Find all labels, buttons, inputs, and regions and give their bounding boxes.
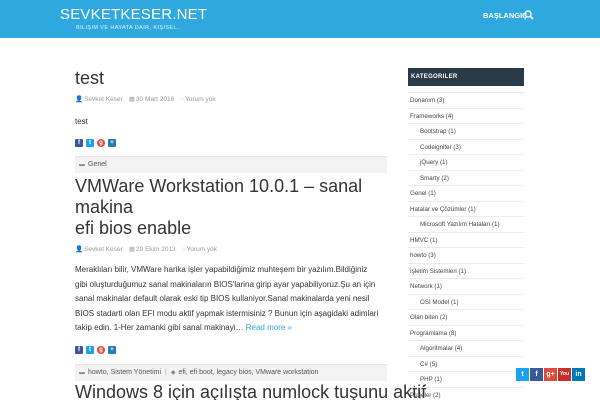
post-title-line[interactable]: efi bios enable bbox=[75, 218, 387, 239]
comment-icon: ◌ bbox=[181, 245, 186, 253]
user-icon: 👤 bbox=[75, 246, 84, 253]
social-follow-bar: t f g+ You in bbox=[516, 368, 585, 381]
post-excerpt: Meraklıları bilir, VMWare harika işler y… bbox=[75, 263, 387, 336]
category-item[interactable]: howto (3) bbox=[408, 248, 524, 264]
post-author[interactable]: Sevket Keser bbox=[84, 96, 123, 103]
category-item[interactable]: Hatalar ve Çözümler (1) bbox=[408, 202, 524, 217]
category-item[interactable]: Frameworks (4) bbox=[408, 109, 524, 124]
post-comments[interactable]: Yorum yok bbox=[187, 246, 217, 253]
sidebar-categories: KATEGORILER Donanım (3) Frameworks (4) Boo… bbox=[408, 68, 524, 400]
subcategory-item[interactable]: Algoritmalar (4) bbox=[408, 341, 524, 357]
linkedin-icon[interactable]: in bbox=[572, 368, 585, 381]
youtube-icon[interactable]: You bbox=[558, 368, 571, 381]
excerpt-line: Meraklıları bilir, VMWare harika işler y… bbox=[75, 265, 368, 274]
subcategory-item[interactable]: Bootstrap (1) bbox=[408, 124, 524, 140]
twitter-icon[interactable]: t bbox=[86, 138, 94, 147]
google-plus-icon[interactable]: g+ bbox=[544, 368, 557, 381]
calendar-icon: ▦ bbox=[128, 96, 135, 103]
google-plus-icon[interactable]: g bbox=[97, 138, 105, 147]
twitter-icon[interactable]: t bbox=[86, 345, 94, 354]
category-item[interactable]: Donanım (3) bbox=[408, 93, 524, 109]
category-item[interactable]: HMVC (1) bbox=[408, 233, 524, 248]
nav-home-link[interactable]: BAŞLANGIÇ bbox=[483, 11, 528, 20]
share-buttons: f t g + bbox=[75, 345, 387, 354]
sidebar-heading: KATEGORILER bbox=[408, 68, 524, 86]
post-date[interactable]: 29 Ekim 2013 bbox=[136, 246, 176, 253]
post-date[interactable]: 30 Mart 2016 bbox=[136, 96, 174, 103]
search-icon[interactable] bbox=[524, 10, 534, 20]
post: test 👤Sevket Keser ▦30 Mart 2016 ◌Yorum … bbox=[75, 68, 387, 173]
calendar-icon: ▦ bbox=[128, 246, 135, 253]
share-plus-icon[interactable]: + bbox=[108, 345, 116, 354]
post-taxonomy: ▬ howto, Sistem Yönetimi | ◆ efi, efi bo… bbox=[75, 363, 387, 381]
post: VMWare Workstation 10.0.1 – sanal makina… bbox=[75, 176, 387, 381]
excerpt-line: BIOS stadarti olan EFI modu aktif yapmak… bbox=[75, 308, 379, 318]
subcategory-item[interactable]: Microsoft Yazılım Hataları (1) bbox=[408, 217, 524, 233]
post-title[interactable]: Windows 8 için açılışta numlock tuşunu a… bbox=[75, 382, 426, 400]
share-buttons: f t g + bbox=[75, 138, 387, 147]
user-icon: 👤 bbox=[75, 96, 84, 103]
folder-icon: ▬ bbox=[79, 369, 85, 376]
category-links[interactable]: howto, Sistem Yönetimi bbox=[88, 369, 161, 376]
facebook-icon[interactable]: f bbox=[75, 345, 83, 354]
subcategory-item[interactable]: PHP (1) bbox=[408, 372, 524, 388]
category-list: Donanım (3) Frameworks (4) Bootstrap (1) Co… bbox=[408, 92, 524, 400]
google-plus-icon[interactable]: g bbox=[97, 345, 105, 354]
category-item[interactable]: İşletim Sistemleri (1) bbox=[408, 264, 524, 279]
subcategory-item[interactable]: OSI Model (1) bbox=[408, 295, 524, 310]
post-comments[interactable]: Yorum yok bbox=[185, 96, 215, 103]
category-item[interactable]: Genel (1) bbox=[408, 186, 524, 202]
post-categories: ▬ Genel bbox=[75, 155, 387, 173]
category-item[interactable]: Network (1) bbox=[408, 279, 524, 295]
category-item[interactable]: Programlama (8) bbox=[408, 326, 524, 341]
divider: | bbox=[165, 369, 167, 376]
post-title[interactable]: test bbox=[75, 68, 387, 89]
post-excerpt: test bbox=[75, 117, 88, 126]
site-header: SEVKETKESER.NET BILIŞIM VE HAYATA DAIR, … bbox=[0, 0, 600, 38]
tag-links[interactable]: efi, efi boot, legacy bios, VMware works… bbox=[178, 369, 318, 376]
facebook-icon[interactable]: f bbox=[530, 368, 543, 381]
post-title[interactable]: VMWare Workstation 10.0.1 – sanal makina… bbox=[75, 176, 387, 239]
category-link[interactable]: Genel bbox=[88, 161, 107, 168]
excerpt-line: takip edin. 1-Her zamanki gibi sanal mak… bbox=[75, 323, 246, 332]
tag-icon: ◆ bbox=[170, 370, 176, 376]
post-meta: 👤Sevket Keser ▦30 Mart 2016 ◌Yorum yok bbox=[75, 95, 387, 104]
facebook-icon[interactable]: f bbox=[75, 138, 83, 147]
read-more-link[interactable]: Read more » bbox=[246, 323, 292, 332]
site-title[interactable]: SEVKETKESER.NET bbox=[60, 6, 207, 23]
comment-icon: ◌ bbox=[180, 95, 185, 103]
twitter-icon[interactable]: t bbox=[516, 368, 529, 381]
excerpt-line: gibi oluşturduğumuz sanal makinaların BI… bbox=[75, 279, 376, 289]
subcategory-item[interactable]: C# (5) bbox=[408, 357, 524, 372]
post-author[interactable]: Sevket Keser bbox=[84, 246, 123, 253]
subcategory-item[interactable]: jQuery (1) bbox=[408, 155, 524, 171]
excerpt-line: sanal makinalar default olarak eski tip … bbox=[75, 294, 370, 303]
post: Windows 8 için açılışta numlock tuşunu a… bbox=[75, 382, 426, 400]
category-item[interactable]: Olan biten (2) bbox=[408, 310, 524, 326]
subcategory-item[interactable]: Smarty (2) bbox=[408, 171, 524, 186]
share-plus-icon[interactable]: + bbox=[108, 138, 116, 147]
site-tagline: BILIŞIM VE HAYATA DAIR, KIŞISEL.. bbox=[76, 25, 181, 31]
subcategory-item[interactable]: Codeigniter (3) bbox=[408, 140, 524, 155]
category-item[interactable]: Projeler (2) bbox=[408, 388, 524, 400]
post-meta: 👤Sevket Keser ▦29 Ekim 2013 ◌Yorum yok bbox=[75, 245, 387, 254]
folder-icon: ▬ bbox=[79, 161, 85, 168]
post-title-line[interactable]: VMWare Workstation 10.0.1 – sanal makina bbox=[75, 176, 387, 218]
